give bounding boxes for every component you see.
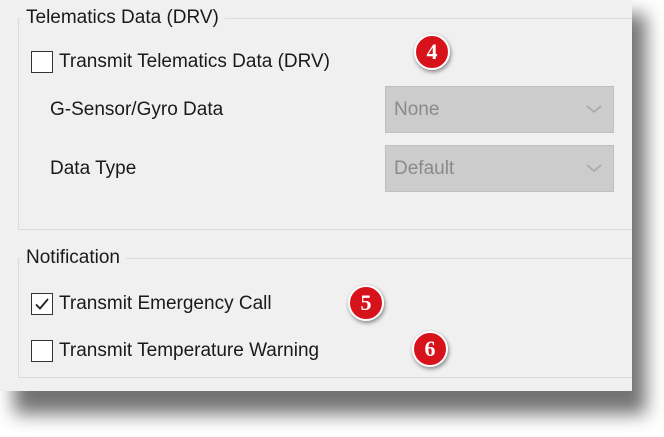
gsensor-select[interactable]: None	[385, 86, 614, 133]
temperature-warning-checkbox[interactable]	[31, 340, 53, 362]
temperature-warning-option[interactable]: Transmit Temperature Warning	[31, 336, 319, 366]
chevron-down-icon	[586, 105, 602, 114]
transmit-telematics-label[interactable]: Transmit Telematics Data (DRV)	[59, 51, 330, 73]
screenshot-frame: Telematics Data (DRV) Transmit Telematic…	[0, 0, 664, 437]
gsensor-label: G-Sensor/Gyro Data	[50, 99, 224, 120]
data-type-select-value: Default	[394, 157, 455, 179]
data-type-select[interactable]: Default	[385, 145, 614, 192]
emergency-call-label[interactable]: Transmit Emergency Call	[59, 293, 272, 315]
checkmark-icon	[35, 298, 49, 310]
emergency-call-option[interactable]: Transmit Emergency Call	[31, 289, 272, 319]
transmit-telematics-option[interactable]: Transmit Telematics Data (DRV)	[31, 47, 330, 77]
transmit-telematics-checkbox[interactable]	[31, 51, 53, 73]
emergency-call-checkbox[interactable]	[31, 293, 53, 315]
gsensor-select-value: None	[394, 98, 440, 120]
settings-panel: Telematics Data (DRV) Transmit Telematic…	[0, 0, 632, 391]
callout-badge-4: 4	[414, 34, 450, 70]
telematics-group-title: Telematics Data (DRV)	[20, 7, 225, 29]
data-type-label: Data Type	[50, 158, 137, 179]
chevron-down-icon	[586, 164, 602, 173]
callout-badge-5: 5	[348, 285, 384, 321]
callout-badge-6: 6	[412, 331, 448, 367]
notification-group-title: Notification	[20, 247, 126, 269]
temperature-warning-label[interactable]: Transmit Temperature Warning	[59, 340, 319, 362]
